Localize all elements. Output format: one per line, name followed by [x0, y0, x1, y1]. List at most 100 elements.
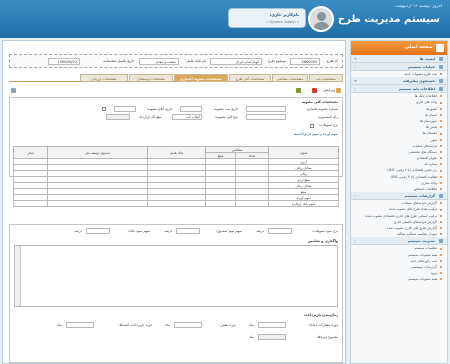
plan-code-label: کد طرح — [326, 59, 338, 63]
notes-textarea[interactable] — [14, 245, 338, 307]
sidebar-home-item[interactable]: صفحه اصلی — [351, 41, 447, 55]
sidebar-group-label: لیست ها — [419, 57, 435, 61]
avatar-head-icon — [317, 12, 326, 21]
user-info-box[interactable]: نام‌کاربر جاری: « System Admin » — [228, 8, 306, 28]
row-label: سهم بانک (ریالی) — [268, 200, 339, 207]
repay-field[interactable] — [66, 322, 94, 328]
sidebar-group-lists[interactable]: لیست ها + — [351, 55, 447, 63]
expand-icon: + — [354, 57, 358, 61]
plan-subject-label: موضوع طرح — [267, 59, 286, 63]
notes-title: واگذاری و تضامین — [307, 239, 338, 243]
edit-label: ویرایش — [323, 88, 335, 92]
completion-date-field: 1390/06/22 — [48, 58, 80, 65]
sidebar-group-reports[interactable]: گزارشات سیستم - — [351, 192, 447, 201]
granted-label: رای کمیسیون: — [317, 115, 338, 119]
pct-unit: درصد — [74, 229, 82, 233]
section-title: مشخصات کلی مصوبه — [301, 100, 338, 104]
approval-date-field[interactable] — [180, 106, 202, 112]
approval-type-label: نوع کلی مصوبه: — [215, 115, 238, 119]
table-row: سهم بانک (ریالی) — [12, 200, 339, 207]
form-toolbar: ویرایش — [9, 87, 343, 95]
profit-rate-field[interactable] — [268, 228, 292, 234]
sidebar-group-operations[interactable]: عملیات سیستم - — [351, 63, 447, 71]
sidebar-group-label: مدیریت سیستم — [407, 239, 435, 244]
sidebar-group-label: جستجوی پیشرفته — [403, 79, 435, 84]
tab-basic[interactable]: مشخصات پایه — [309, 74, 343, 82]
grace-label: دوره تنفس: — [219, 323, 236, 327]
tab-credit-approval[interactable]: مشخصات مصوبه اعتباری — [174, 74, 228, 82]
ref-date-checkbox[interactable] — [102, 107, 106, 111]
sidebar: صفحه اصلی لیست ها + عملیات سیستم - ثبت طرح… — [350, 40, 448, 364]
sidebar-group-base-info[interactable]: اطلاعات پایه سیستم - — [351, 85, 447, 94]
app-header: امروز دوشنبه ۱۶ اردیبهشت سیستم مدیریت طر… — [0, 0, 450, 38]
plan-subject-field: الهام شاپ ایران — [210, 58, 262, 65]
col-header: بانک عامل — [146, 146, 207, 159]
app-title: سیستم مدیریت طرح ها — [323, 14, 440, 25]
approval-type-select[interactable]: انتخاب کنید — [172, 114, 202, 120]
plan-code-field: SN60005 — [290, 58, 320, 65]
ref-date-field[interactable] — [114, 106, 136, 112]
month-unit: ماه — [249, 335, 254, 339]
col-header: صندوق توسعه ملی — [47, 146, 148, 159]
print-icon — [11, 87, 16, 93]
bank-field: صنعت و معدن — [139, 58, 179, 65]
bottom-section: نرخ سود تسهیلات: درصد سهم سود صندوق: درص… — [9, 224, 343, 363]
sidebar-group-admin[interactable]: مدیریت سیستم - — [351, 237, 447, 246]
tab-bar: مشخصات پایه مشخصات متقاضی مشخصات کلی طرح… — [9, 73, 343, 82]
period-field[interactable] — [258, 322, 286, 328]
print-button[interactable] — [11, 87, 16, 94]
repay-label: دوره بازپرداخت اقساط: — [118, 323, 152, 327]
sidebar-title: صفحه اصلی — [405, 45, 433, 50]
current-date: امروز دوشنبه ۱۶ اردیبهشت — [394, 3, 442, 8]
approval-no-field[interactable] — [246, 106, 286, 112]
plan-info-bar: کد طرح SN60005 موضوع طرح الهام شاپ ایران… — [9, 54, 343, 68]
home-icon — [436, 44, 444, 52]
avatar-body-icon — [313, 22, 330, 30]
total-field — [258, 334, 286, 340]
sidebar-group-label: اطلاعات پایه سیستم — [398, 87, 435, 92]
tab-development[interactable]: مشخصات توسعه‌ای — [129, 74, 173, 82]
tab-evaluation[interactable]: مشخصات ارزیابی — [80, 74, 128, 82]
sidebar-group-label: گزارشات سیستم — [404, 194, 435, 199]
col-header: صادر — [12, 146, 49, 159]
collapse-icon: - — [354, 87, 356, 92]
completion-date-label: تاریخ تکمیل شناسنامه — [103, 59, 134, 63]
amount-field[interactable] — [106, 114, 130, 120]
expand-icon: + — [354, 79, 358, 84]
share-table: عنوان متقاضی بانک عامل صندوق توسعه ملی ص… — [12, 146, 339, 207]
ref-date-label: تاریخ ابلاغ مصوبه: — [146, 107, 172, 111]
grace-field[interactable] — [174, 322, 202, 328]
notes-scrollbar[interactable] — [15, 246, 21, 306]
edit-icon — [336, 87, 341, 93]
period-label: دوره مشارکت (ماه): — [308, 323, 338, 327]
edit-button[interactable]: ویرایش — [324, 87, 341, 94]
avatar[interactable] — [308, 6, 334, 32]
fund-share-field[interactable] — [176, 228, 200, 234]
interest-label: نرخ تسهیلات: — [319, 123, 338, 127]
collapse-icon: - — [354, 194, 356, 199]
interest-checkbox[interactable] — [310, 124, 314, 128]
total-label: مجموع دوره‌ها: — [316, 335, 338, 339]
sidebar-item[interactable]: همه مصوبات سیستم — [351, 276, 447, 282]
month-unit: ماه — [57, 323, 62, 327]
sidebar-group-search[interactable]: جستجوی پیشرفته + — [351, 77, 447, 86]
pct-unit: درصد — [164, 229, 172, 233]
delete-icon — [312, 87, 317, 93]
tab-applicant[interactable]: مشخصات متقاضی — [272, 74, 308, 82]
tab-general[interactable]: مشخصات کلی طرح — [229, 74, 271, 82]
approval-no-label: شماره مصوبه اعتباری: — [305, 107, 338, 111]
month-unit: ماه — [249, 323, 254, 327]
grid-title: سهم آورده و سهم قرض‌الحسنه — [293, 132, 338, 136]
fund-share-label: سهم سود صندوق: — [215, 229, 242, 233]
delete-button[interactable] — [312, 87, 317, 94]
bank-share-label: سهم سود بانک: — [127, 229, 150, 233]
granted-field[interactable] — [246, 114, 286, 120]
bank-label: نام بانک عامل — [186, 59, 206, 63]
user-role-label: « System Admin » — [266, 20, 299, 24]
main-panel: کد طرح SN60005 موضوع طرح الهام شاپ ایران… — [2, 40, 346, 364]
bank-share-field[interactable] — [86, 228, 110, 234]
dates-title: زمان‌بندی بازپرداخت — [304, 313, 338, 317]
user-name-label: نام‌کاربر جاری: — [269, 12, 299, 17]
new-button[interactable] — [296, 87, 301, 94]
collapse-icon: - — [354, 65, 356, 69]
